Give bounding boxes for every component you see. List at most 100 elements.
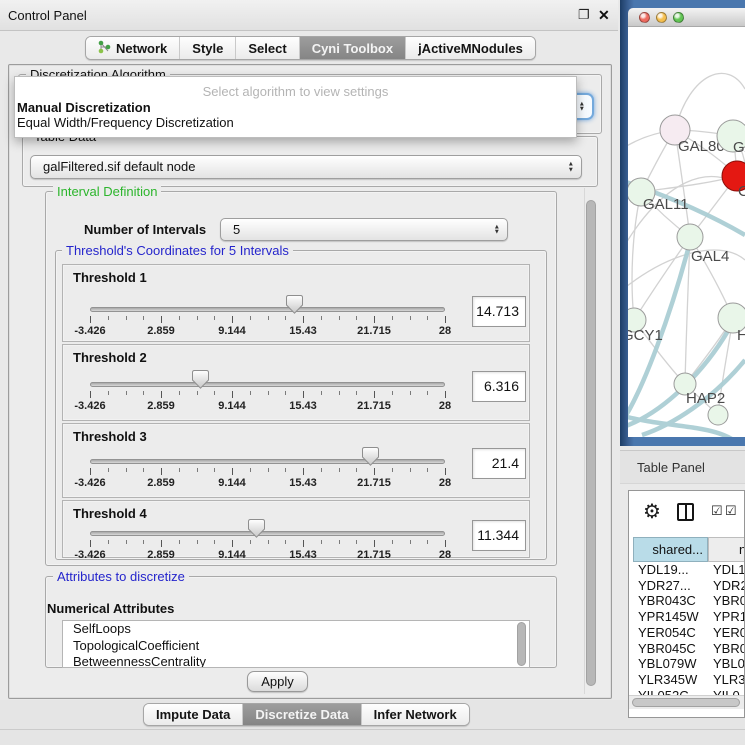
table-row[interactable]: YDL19...YDL1 <box>629 562 745 578</box>
network-node-gal4[interactable] <box>677 224 703 250</box>
tick-mark <box>179 391 180 395</box>
tick-mark <box>126 540 127 544</box>
slider-handle[interactable] <box>248 519 265 538</box>
tick-mark <box>285 316 286 320</box>
table-row[interactable]: YBR045CYBR0 <box>629 641 745 657</box>
stepper-icon[interactable]: ▲▼ <box>494 224 500 235</box>
tick-mark <box>303 540 304 547</box>
tick-mark <box>90 316 91 323</box>
numerical-attributes-list[interactable]: SelfLoopsTopologicalCoefficientBetweenne… <box>62 620 530 668</box>
slider-track[interactable] <box>90 459 445 464</box>
columns-icon[interactable] <box>677 503 694 521</box>
tab-label: Cyni Toolbox <box>312 41 393 56</box>
tick-mark <box>197 316 198 320</box>
tick-label: 21.715 <box>342 477 406 489</box>
slider-track[interactable] <box>90 531 445 536</box>
checkbox-filter-icon[interactable]: ☑ <box>711 503 723 519</box>
tick-mark <box>197 468 198 472</box>
close-icon[interactable]: ✕ <box>598 7 610 24</box>
algorithm-option[interactable]: Manual Discretization <box>15 100 576 116</box>
cell-name: YPR1 <box>713 609 745 624</box>
apply-button[interactable]: Apply <box>247 671 308 692</box>
slider-track[interactable] <box>90 307 445 312</box>
tick-label: -3.426 <box>58 325 122 337</box>
table-row[interactable]: YBL079WYBL0 <box>629 656 745 672</box>
tick-mark <box>321 540 322 544</box>
minimize-light-icon[interactable] <box>656 12 667 23</box>
threshold-label: Threshold 3 <box>73 429 147 444</box>
tick-mark <box>108 316 109 320</box>
threshold-value-field[interactable]: 11.344 <box>472 520 526 551</box>
number-of-intervals-select[interactable]: 5 ▲▼ <box>220 218 508 241</box>
stepper-icon[interactable]: ▲▼ <box>568 162 574 173</box>
table-header: shared...n <box>629 537 745 562</box>
algorithm-dropdown-popup: Select algorithm to view settings Manual… <box>14 76 577 138</box>
list-scrollbar-thumb[interactable] <box>517 622 526 666</box>
tab-infer-network[interactable]: Infer Network <box>362 704 469 725</box>
cyni-mode-tab-bar: Impute DataDiscretize DataInfer Network <box>143 703 470 726</box>
tick-label: 2.859 <box>129 477 193 489</box>
tick-mark <box>374 316 375 323</box>
panel-scrollbar-thumb[interactable] <box>586 200 596 686</box>
attributes-group-label: Attributes to discretize <box>53 570 189 583</box>
zoom-light-icon[interactable] <box>673 12 684 23</box>
threshold-panel: Threshold 4-3.4262.8599.14415.4321.71528… <box>62 500 530 558</box>
table-row[interactable]: YIL052CYIL0 <box>629 688 745 695</box>
tab-network[interactable]: Network <box>86 37 180 59</box>
column-header[interactable]: n <box>708 537 745 562</box>
close-light-icon[interactable] <box>639 12 650 23</box>
tab-label: Network <box>116 41 167 56</box>
gear-icon[interactable]: ⚙ <box>643 499 661 524</box>
table-row[interactable]: YER054CYER0 <box>629 625 745 641</box>
tab-label: Select <box>248 41 286 56</box>
table-row[interactable]: YBR043CYBR0 <box>629 593 745 609</box>
threshold-value-field[interactable]: 21.4 <box>472 448 526 479</box>
threshold-panel: Threshold 2-3.4262.8599.14415.4321.71528… <box>62 344 530 421</box>
tab-select[interactable]: Select <box>236 37 299 59</box>
network-canvas[interactable]: GAL80GACGAL11GAL4GCY1HHAP2 <box>628 27 745 437</box>
stepper-icon[interactable]: ▲▼ <box>579 101 585 112</box>
tick-label: 2.859 <box>129 549 193 561</box>
table-row[interactable]: YLR345WYLR3 <box>629 672 745 688</box>
tick-label: 15.43 <box>271 549 335 561</box>
threshold-value-field[interactable]: 6.316 <box>472 371 526 402</box>
tick-mark <box>427 391 428 395</box>
slider-handle[interactable] <box>286 295 303 314</box>
status-divider <box>0 729 745 730</box>
attribute-item[interactable]: SelfLoops <box>63 621 529 638</box>
tab-impute-data[interactable]: Impute Data <box>144 704 243 725</box>
tick-label: 2.859 <box>129 325 193 337</box>
attribute-item[interactable]: TopologicalCoefficient <box>63 638 529 655</box>
checkbox-filter-icon[interactable]: ☑ <box>725 503 737 519</box>
tick-mark <box>410 468 411 472</box>
tab-jactivemnodules[interactable]: jActiveMNodules <box>406 37 535 59</box>
tab-discretize-data[interactable]: Discretize Data <box>243 704 361 725</box>
tick-mark <box>410 540 411 544</box>
control-panel-titlebar: Control Panel ❐ ✕ <box>0 0 618 31</box>
node-label: GCY1 <box>628 327 663 344</box>
table-hscrollbar-thumb[interactable] <box>632 698 740 707</box>
tick-label: 9.144 <box>200 477 264 489</box>
table-hscrollbar-track[interactable] <box>629 695 745 709</box>
table-row[interactable]: YDR27...YDR2 <box>629 578 745 594</box>
slider-handle[interactable] <box>362 447 379 466</box>
tab-cyni-toolbox[interactable]: Cyni Toolbox <box>300 37 406 59</box>
tick-mark <box>143 468 144 472</box>
tick-mark <box>143 391 144 395</box>
slider-track[interactable] <box>90 382 445 387</box>
threshold-value-field[interactable]: 14.713 <box>472 296 526 327</box>
cell-shared-name: YPR145W <box>638 609 699 624</box>
algorithm-option[interactable]: Equal Width/Frequency Discretization <box>15 115 576 131</box>
tick-mark <box>445 316 446 323</box>
tick-label: 21.715 <box>342 325 406 337</box>
table-row[interactable]: YPR145W YPR1 <box>629 609 745 625</box>
network-node[interactable] <box>708 405 728 425</box>
float-window-icon[interactable]: ❐ <box>578 7 590 23</box>
tab-style[interactable]: Style <box>180 37 236 59</box>
tick-mark <box>392 540 393 544</box>
column-header[interactable]: shared... <box>633 537 708 562</box>
table-data-select[interactable]: galFiltered.sif default node ▲▼ <box>30 155 582 179</box>
slider-handle[interactable] <box>192 370 209 389</box>
dropdown-hint: Select algorithm to view settings <box>15 84 576 100</box>
attribute-item[interactable]: BetweennessCentrality <box>63 654 529 668</box>
